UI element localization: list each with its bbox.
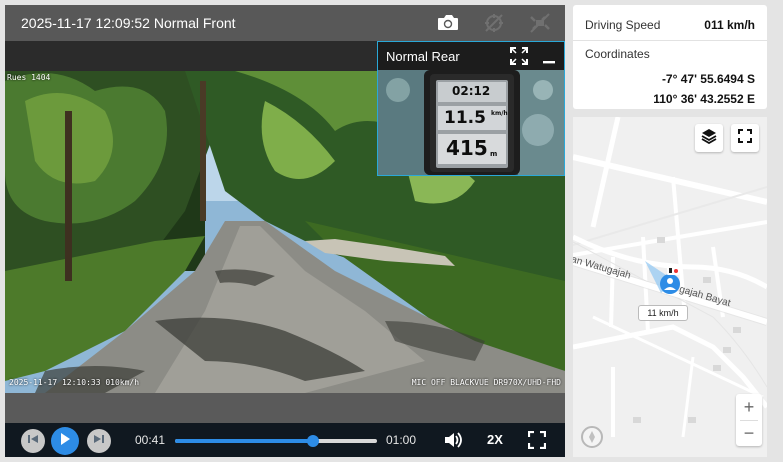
vehicle-marker[interactable] xyxy=(643,259,685,299)
player-top-bar: 2025-11-17 12:09:52 Normal Front xyxy=(5,5,565,41)
current-time: 00:41 xyxy=(135,433,166,447)
rear-readout-distance: 415 xyxy=(446,136,488,160)
rear-readout-speed-unit: km/h xyxy=(491,110,508,117)
gps-disabled-icon[interactable] xyxy=(481,11,507,35)
fullscreen-icon[interactable] xyxy=(527,430,547,454)
progress-slider[interactable] xyxy=(175,435,377,447)
map-layers-button[interactable] xyxy=(695,124,723,152)
map-compass-button[interactable] xyxy=(581,426,603,448)
layers-icon xyxy=(701,128,717,149)
map-panel[interactable]: an Watugajah gajah Bayat 11 km/h + − xyxy=(573,117,767,457)
camera-icon[interactable] xyxy=(435,11,461,35)
zoom-out-button[interactable]: − xyxy=(736,420,762,446)
player-lower-band xyxy=(5,393,565,423)
longitude-value: 110° 36' 43.2552 E xyxy=(653,92,755,106)
latitude-value: -7° 47' 55.6494 S xyxy=(661,72,755,86)
osd-timestamp: 2025-11-17 12:10:33 010km/h xyxy=(9,378,140,387)
play-button[interactable] xyxy=(51,427,79,455)
next-button[interactable] xyxy=(87,429,111,453)
rear-camera-view: 02:12 11.5 km/h 415 m xyxy=(378,70,564,175)
rear-readout-time: 02:12 xyxy=(452,84,491,98)
speed-label: Driving Speed xyxy=(585,18,661,32)
map-zoom-control: + − xyxy=(736,394,762,446)
progress-handle[interactable] xyxy=(306,435,319,447)
rear-readout-distance-unit: m xyxy=(490,150,498,158)
osd-device-info: MIC OFF BLACKVUE DR970X/UHD-FHD xyxy=(411,378,561,387)
map-speed-badge: 11 km/h xyxy=(638,305,688,321)
total-time: 01:00 xyxy=(386,433,417,447)
progress-fill xyxy=(175,439,313,443)
osd-top-left: Rues 1404 xyxy=(7,73,51,82)
compass-icon xyxy=(589,431,595,443)
playback-speed-button[interactable]: 2X xyxy=(487,432,503,447)
rear-camera-pip[interactable]: Normal Rear 02:12 11.5 km/h 415 m xyxy=(377,41,565,176)
player-title: 2025-11-17 12:09:52 Normal Front xyxy=(21,15,236,31)
zoom-in-button[interactable]: + xyxy=(736,394,762,420)
player-top-icons xyxy=(435,11,553,35)
rear-readout-speed: 11.5 xyxy=(444,108,486,128)
map-fullscreen-button[interactable] xyxy=(731,124,759,152)
rear-icons xyxy=(510,47,556,70)
playback-controls: 00:41 01:00 2X xyxy=(5,423,565,457)
expand-icon[interactable] xyxy=(510,47,528,70)
play-icon xyxy=(59,432,71,451)
previous-button[interactable] xyxy=(21,429,45,453)
previous-icon xyxy=(27,432,39,450)
volume-icon[interactable] xyxy=(443,431,463,454)
minimize-icon[interactable] xyxy=(542,47,556,70)
speed-value: 011 km/h xyxy=(704,18,755,32)
satellite-disabled-icon[interactable] xyxy=(527,11,553,35)
next-icon xyxy=(93,432,105,450)
info-divider xyxy=(573,40,767,41)
rear-title: Normal Rear xyxy=(386,49,460,64)
info-card: Driving Speed 011 km/h Coordinates -7° 4… xyxy=(573,5,767,109)
fullscreen-icon xyxy=(738,128,752,148)
coordinates-label: Coordinates xyxy=(585,47,650,61)
rear-header: Normal Rear xyxy=(378,42,564,70)
dashcam-viewer: 2025-11-17 12:09:52 Normal Front Rues 14… xyxy=(0,0,783,462)
